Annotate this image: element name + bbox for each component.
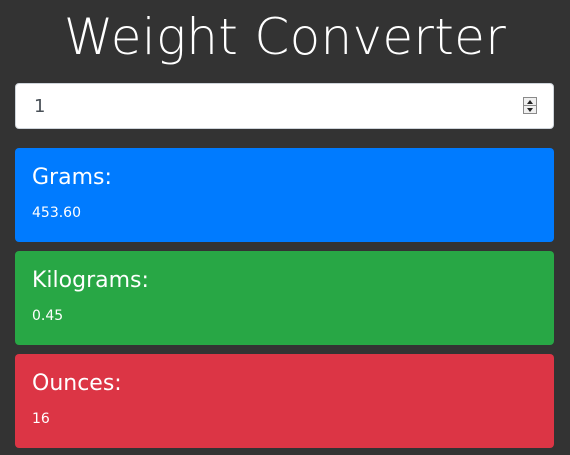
ounces-value: 16 bbox=[32, 411, 50, 427]
grams-card: Grams: 453.60 bbox=[15, 148, 554, 242]
spinner-down-button[interactable] bbox=[524, 106, 536, 113]
page-title: Weight Converter bbox=[63, 8, 507, 66]
kilograms-value: 0.45 bbox=[32, 308, 64, 324]
kilograms-label: Kilograms: bbox=[32, 268, 149, 293]
grams-label: Grams: bbox=[32, 165, 112, 190]
number-spinner[interactable] bbox=[523, 97, 537, 114]
pounds-input[interactable] bbox=[16, 84, 516, 128]
chevron-up-icon bbox=[527, 99, 533, 104]
grams-value: 453.60 bbox=[32, 205, 81, 221]
ounces-label: Ounces: bbox=[32, 371, 122, 396]
ounces-card: Ounces: 16 bbox=[15, 354, 554, 448]
chevron-down-icon bbox=[527, 107, 533, 112]
pounds-input-container bbox=[15, 83, 554, 129]
kilograms-card: Kilograms: 0.45 bbox=[15, 251, 554, 345]
spinner-up-button[interactable] bbox=[524, 98, 536, 106]
